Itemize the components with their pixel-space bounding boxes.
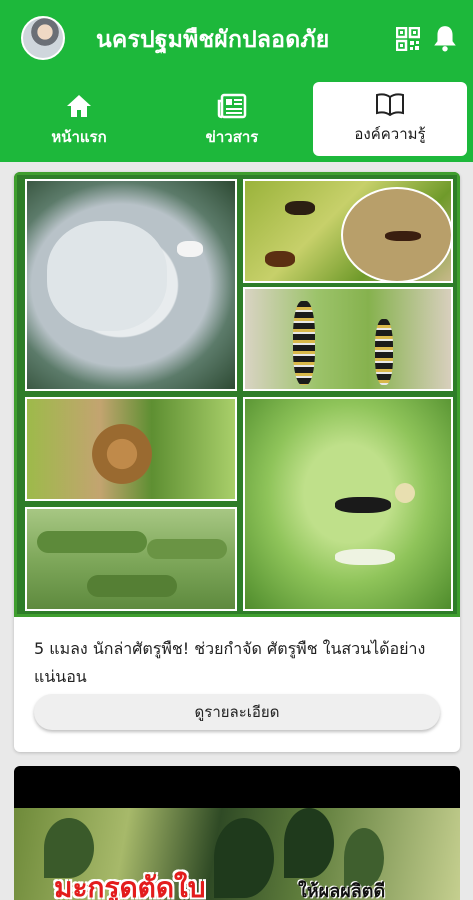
tab-home-label: หน้าแรก [51,128,107,146]
qr-code-icon[interactable] [396,27,420,51]
beetle-photo [243,179,453,283]
aphid-photo [25,397,237,501]
caterpillar-photo [243,287,453,391]
bell-icon[interactable] [432,24,458,52]
tab-knowledge[interactable]: องค์ความรู้ [313,82,467,156]
view-details-button[interactable]: ดูรายละเอียด [34,694,440,730]
tab-bar: หน้าแรก ข่าวสาร องค์ความรู้ [0,80,473,162]
avatar[interactable] [21,16,65,60]
tab-news-label: ข่าวสาร [205,128,259,146]
app-bar: นครปฐมพืชผักปลอดภัย [0,0,473,80]
book-icon [376,93,404,116]
tab-news[interactable]: ข่าวสาร [167,80,297,162]
mealybug-photo [25,179,237,391]
article-card[interactable]: 5 แมลง นักล่าศัตรูพืช! ช่วยกำจัด ศัตรูพื… [14,172,460,752]
home-icon [67,95,91,117]
article-image [14,172,460,617]
app-title: นครปฐมพืชผักปลอดภัย [96,27,330,53]
tab-knowledge-label: องค์ความรู้ [354,125,426,143]
video-overlay-subtitle: ให้ผลผลิตดี [298,881,386,900]
wasp-photo [243,397,453,611]
article-summary: 5 แมลง นักล่าศัตรูพืช! ช่วยกำจัด ศัตรูพื… [34,639,426,686]
larvae-photo [25,507,237,611]
news-icon [217,93,247,119]
tab-home[interactable]: หน้าแรก [14,80,144,162]
video-overlay-title: มะกรูดตัดใบ [54,871,206,900]
article-card-2[interactable]: มะกรูดตัดใบ ให้ผลผลิตดี [14,766,460,900]
